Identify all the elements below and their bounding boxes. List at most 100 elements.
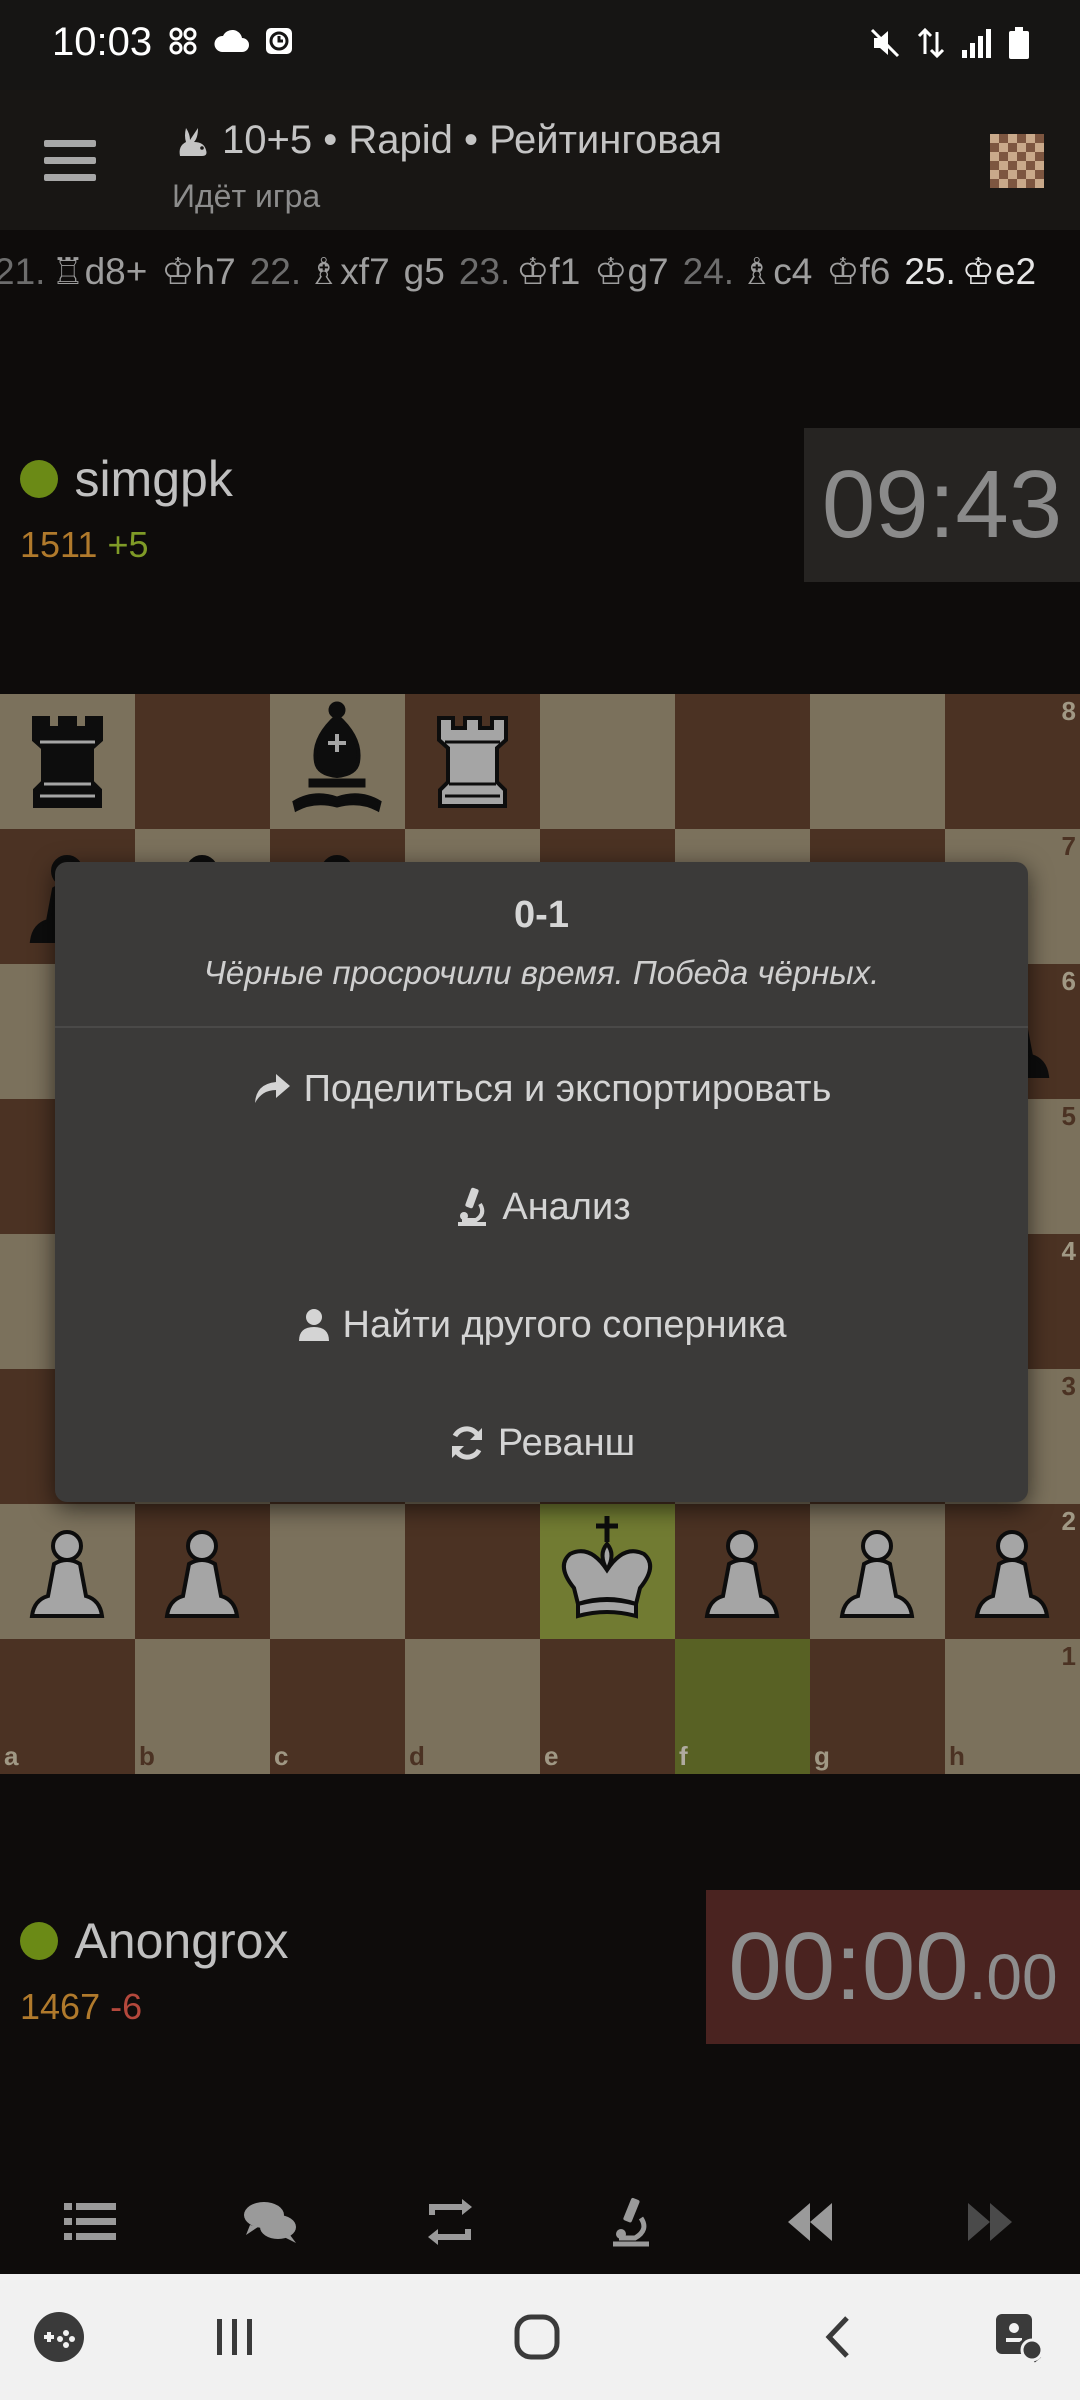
new-opponent-button[interactable]: Найти другого соперника [55, 1280, 1028, 1370]
top-player-rating: 1511 [20, 524, 98, 565]
board-square[interactable]: a [0, 1639, 135, 1774]
rematch-button[interactable]: Реванш [55, 1398, 1028, 1488]
rank-label: 6 [1061, 966, 1076, 996]
share-export-button[interactable]: Поделиться и экспортировать [55, 1044, 1028, 1134]
move-black[interactable]: ♔g7 [594, 251, 668, 292]
board-square[interactable] [405, 694, 540, 829]
status-time: 10:03 [52, 20, 153, 64]
recent-apps-button[interactable] [200, 2302, 270, 2372]
chat-button[interactable] [230, 2182, 310, 2262]
board-square[interactable] [675, 694, 810, 829]
move-white[interactable]: ♔f1 [516, 251, 580, 292]
board-square[interactable]: 8 [945, 694, 1080, 829]
top-player: simgpk 1511 +5 [20, 450, 233, 566]
home-button[interactable] [502, 2302, 572, 2372]
mute-icon [870, 28, 900, 58]
back-button[interactable] [804, 2302, 874, 2372]
board-square[interactable] [405, 1504, 540, 1639]
game-title-text: 10+5 • Rapid • Рейтинговая [222, 118, 722, 162]
bottom-player-name[interactable]: Anongrox [74, 1913, 288, 1969]
bottom-player-clock: 00:00.00 [706, 1890, 1080, 2044]
board-square[interactable]: b [135, 1639, 270, 1774]
rabbit-icon [179, 127, 207, 156]
accessibility-button[interactable] [984, 2302, 1054, 2372]
recent-apps-icon [217, 2319, 252, 2355]
board-square[interactable]: c [270, 1639, 405, 1774]
file-label: b [139, 1741, 155, 1771]
next-move-button[interactable] [950, 2182, 1030, 2262]
analysis-tool-button[interactable] [590, 2182, 670, 2262]
move-number: 23. [458, 251, 511, 292]
move-white[interactable]: ♗c4 [740, 251, 812, 292]
board-square[interactable] [135, 1504, 270, 1639]
move-black[interactable]: ♔h7 [161, 251, 235, 292]
analysis-button[interactable]: Анализ [55, 1162, 1028, 1252]
move-black[interactable]: ♔f6 [826, 251, 890, 292]
bottom-player: Anongrox 1467 -6 [20, 1912, 289, 2028]
game-status: Идёт игра [172, 178, 321, 214]
dialog-divider [55, 1026, 1028, 1028]
move-white[interactable]: ♔e2 [962, 251, 1036, 292]
file-label: f [679, 1741, 688, 1771]
previous-move-button[interactable] [770, 2182, 850, 2262]
board-square[interactable] [135, 694, 270, 829]
move-white[interactable]: ♗xf7 [307, 251, 390, 292]
game-result-reason: Чёрные просрочили время. Победа чёрных. [203, 954, 880, 991]
board-square[interactable] [270, 694, 405, 829]
clock-app-icon [266, 28, 292, 54]
list-icon [64, 2203, 116, 2240]
board-square[interactable] [675, 1504, 810, 1639]
rank-label: 3 [1061, 1371, 1076, 1401]
board-square[interactable]: g [810, 1639, 945, 1774]
move-number: 24. [682, 251, 735, 292]
next-icon [968, 2203, 1012, 2241]
bottom-player-rating-delta: -6 [110, 1986, 143, 2027]
flip-board-button[interactable] [410, 2182, 490, 2262]
game-toolbar [0, 2170, 1080, 2274]
board-square[interactable]: f [675, 1639, 810, 1774]
data-transfer-icon [917, 27, 945, 59]
move-white[interactable]: ♖d8+ [51, 251, 147, 292]
cloud-icon [214, 29, 249, 52]
move-number: 25. [904, 251, 956, 292]
board-square[interactable]: e [540, 1639, 675, 1774]
board-square[interactable] [540, 694, 675, 829]
game-title: 10+5 • Rapid • Рейтинговая [172, 118, 722, 163]
rank-label: 7 [1061, 831, 1076, 861]
board-square[interactable] [270, 1504, 405, 1639]
file-label: c [274, 1741, 289, 1771]
back-icon [825, 2316, 849, 2358]
apps-grid-icon [169, 27, 197, 55]
game-over-dialog: 0-1 Чёрные просрочили время. Победа чёрн… [55, 862, 1028, 1502]
board-square[interactable] [0, 1504, 135, 1639]
file-label: d [409, 1741, 425, 1771]
top-player-clock: 09:43 [804, 428, 1080, 582]
move-number: 21. [0, 251, 46, 292]
move-number: 22. [249, 251, 302, 292]
board-square[interactable] [540, 1504, 675, 1639]
share-icon [254, 1074, 290, 1103]
file-label: h [949, 1741, 965, 1771]
board-square[interactable]: 1h [945, 1639, 1080, 1774]
microscope-icon [458, 1187, 487, 1226]
signal-icon [962, 29, 991, 58]
top-player-name[interactable]: simgpk [74, 451, 232, 507]
flip-board-icon [428, 2199, 472, 2245]
online-indicator [20, 1922, 58, 1960]
board-square[interactable] [810, 1504, 945, 1639]
board-square[interactable]: 2 [945, 1504, 1080, 1639]
moves-list-button[interactable] [50, 2182, 130, 2262]
board-settings-icon[interactable] [990, 134, 1044, 188]
refresh-icon [451, 1426, 482, 1460]
board-square[interactable]: d [405, 1639, 540, 1774]
move-black[interactable]: g5 [404, 251, 445, 292]
game-launcher-icon [34, 2312, 84, 2362]
board-square[interactable] [810, 694, 945, 829]
move-list[interactable]: 21. ♖d8+ ♔h7 22. ♗xf7 g5 23. ♔f1 ♔g7 24. ♗c4 ♔f6 25.… [0, 250, 1080, 293]
menu-icon[interactable] [44, 140, 96, 182]
file-label: e [544, 1741, 559, 1771]
rank-label: 5 [1061, 1101, 1076, 1131]
rank-label: 2 [1061, 1506, 1076, 1536]
game-launcher-button[interactable] [24, 2302, 94, 2372]
board-square[interactable] [0, 694, 135, 829]
